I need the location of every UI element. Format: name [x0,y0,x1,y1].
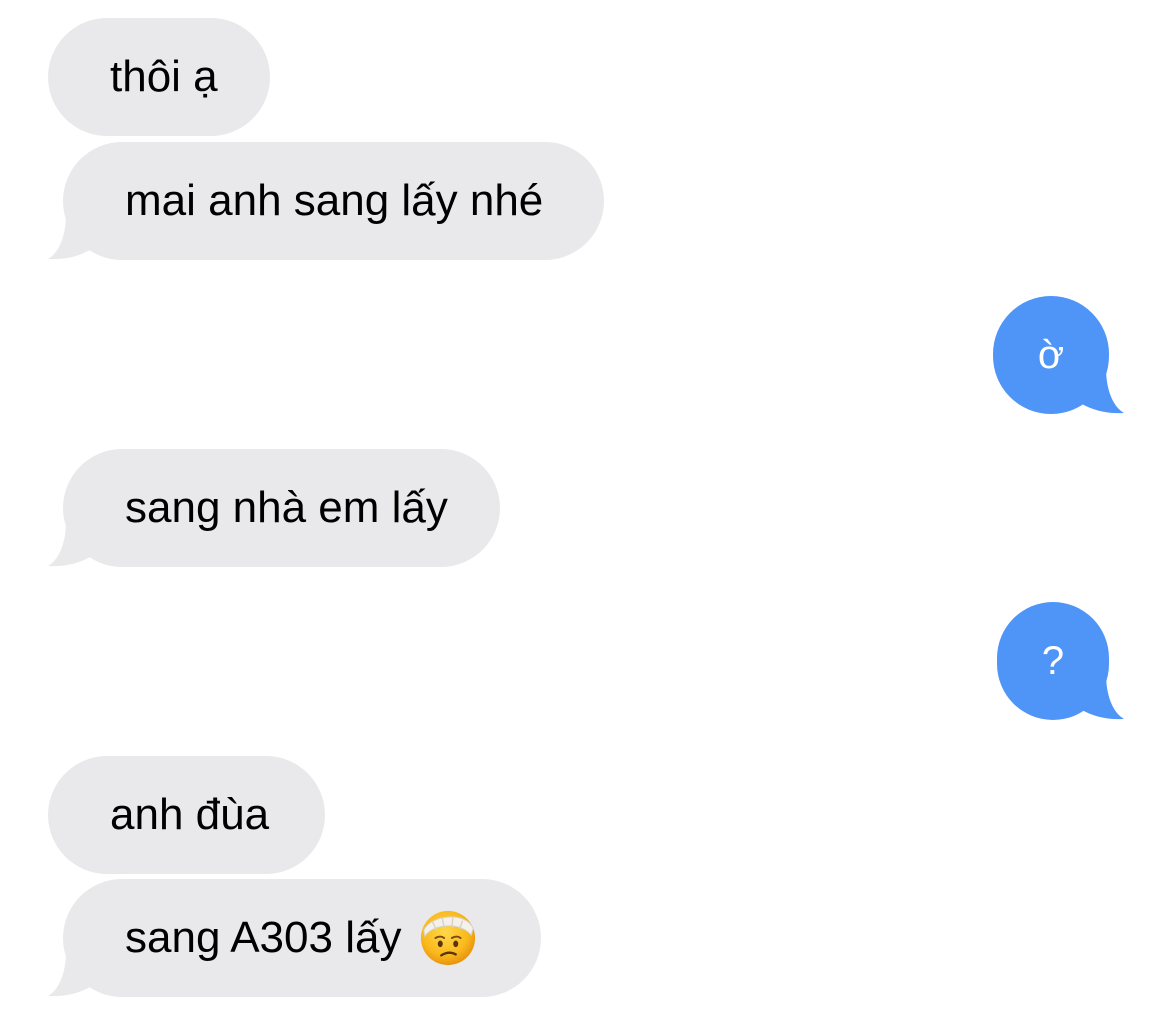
message-text: anh đùa [110,790,270,839]
message-text: thôi ạ [110,52,218,101]
incoming-message-bubble[interactable]: thôi ạ [48,18,270,136]
message-text: mai anh sang lấy nhé [125,176,544,225]
message-text: ? [1041,639,1065,683]
message-text: sang A303 lấy [125,913,402,962]
incoming-message-bubble[interactable]: sang A303 lấy [63,879,541,997]
message-text: ờ [1037,333,1065,377]
message-text: sang nhà em lấy [125,483,448,532]
outgoing-message-bubble[interactable]: ờ [993,296,1109,414]
incoming-message-bubble[interactable]: mai anh sang lấy nhé [63,142,604,260]
incoming-message-bubble[interactable]: anh đùa [48,756,325,874]
outgoing-message-bubble[interactable]: ? [997,602,1109,720]
face-with-head-bandage-emoji [421,910,476,966]
message-thread: thôi ạ mai anh sang lấy nhé ờ sang nhà e… [0,0,1170,1019]
incoming-message-bubble[interactable]: sang nhà em lấy [63,449,500,567]
